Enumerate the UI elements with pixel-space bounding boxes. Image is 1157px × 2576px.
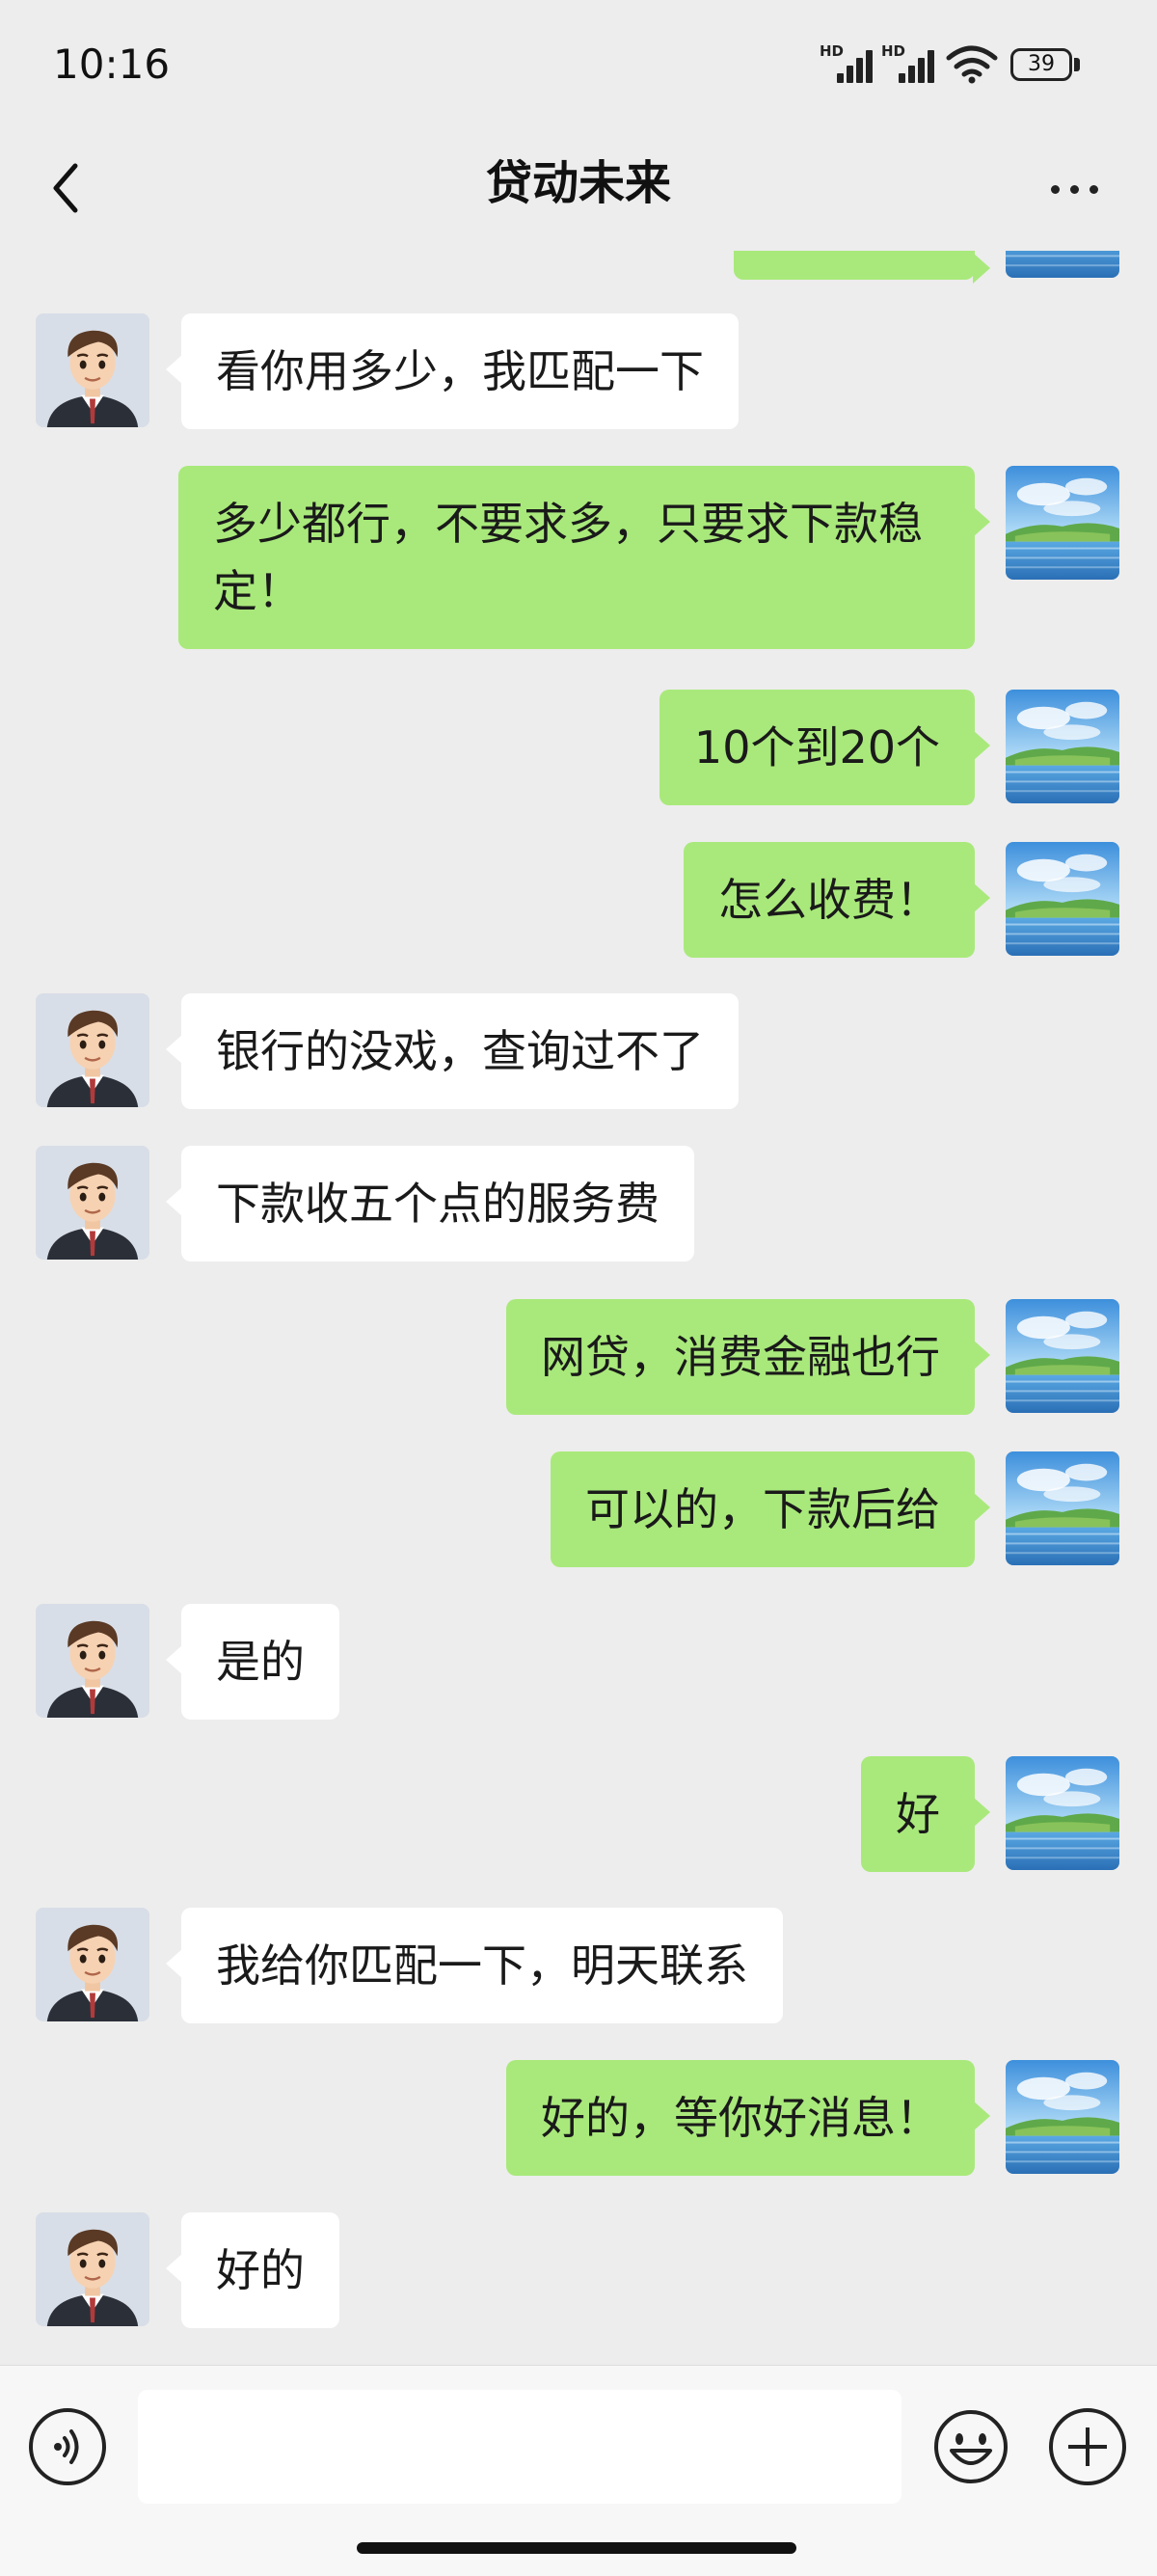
message-bubble[interactable]: 10个到20个 <box>659 690 991 805</box>
message-bubble[interactable]: 看你用多少，我匹配一下 <box>166 313 739 429</box>
message-bubble-partial[interactable] <box>734 251 990 284</box>
my-avatar[interactable] <box>1006 251 1119 278</box>
battery-tip <box>1074 58 1080 71</box>
contact-avatar[interactable] <box>36 1908 149 2021</box>
message-bubble[interactable]: 网贷，消费金融也行 <box>506 1299 990 1415</box>
emoji-icon[interactable] <box>932 2408 1009 2485</box>
signal-1-icon: HD <box>820 42 874 83</box>
my-avatar[interactable] <box>1006 1299 1119 1413</box>
message-bubble[interactable]: 好的 <box>166 2212 339 2328</box>
my-avatar[interactable] <box>1006 1756 1119 1870</box>
message-bubble[interactable]: 是的 <box>166 1604 339 1720</box>
voice-icon <box>54 2429 79 2464</box>
back-arrow-icon[interactable] <box>39 154 96 222</box>
wifi-icon <box>946 45 998 84</box>
plus-more-button[interactable] <box>1049 2408 1126 2485</box>
message-bubble[interactable]: 银行的没戏，查询过不了 <box>166 993 739 1109</box>
my-avatar[interactable] <box>1006 690 1119 803</box>
message-bubble[interactable]: 怎么收费！ <box>684 842 990 958</box>
contact-avatar[interactable] <box>36 1146 149 1260</box>
chat-title: 贷动未来 <box>485 156 671 210</box>
message-bubble[interactable]: 下款收五个点的服务费 <box>166 1146 694 1261</box>
more-options-icon[interactable] <box>1041 159 1109 217</box>
message-input[interactable] <box>138 2390 901 2504</box>
status-bar: 10:16 HD HD 39 <box>0 0 1157 130</box>
message-bubble[interactable]: 多少都行，不要求多，只要求下款稳定！ <box>178 466 990 649</box>
status-time: 10:16 <box>53 41 171 88</box>
contact-avatar[interactable] <box>36 313 149 427</box>
input-bar <box>0 2365 1157 2576</box>
signal-2-icon: HD <box>881 42 935 83</box>
voice-input-button[interactable] <box>29 2408 106 2485</box>
my-avatar[interactable] <box>1006 466 1119 580</box>
message-bubble[interactable]: 我给你匹配一下，明天联系 <box>166 1908 783 2023</box>
message-bubble[interactable]: 可以的，下款后给 <box>551 1451 990 1567</box>
battery-level: 39 <box>1028 52 1055 76</box>
message-bubble[interactable]: 好的，等你好消息！ <box>506 2060 990 2176</box>
message-list[interactable]: 看你用多少，我匹配一下 多少都行，不要求多，只要求下款稳定！ 10个到20个 怎… <box>0 251 1157 2363</box>
my-avatar[interactable] <box>1006 2060 1119 2174</box>
my-avatar[interactable] <box>1006 1451 1119 1565</box>
my-avatar[interactable] <box>1006 842 1119 956</box>
chat-header: 贷动未来 <box>0 130 1157 251</box>
battery-icon: 39 <box>1010 48 1072 81</box>
message-bubble[interactable]: 好 <box>861 1756 990 1872</box>
contact-avatar[interactable] <box>36 993 149 1107</box>
home-indicator[interactable] <box>357 2542 796 2554</box>
contact-avatar[interactable] <box>36 2212 149 2326</box>
contact-avatar[interactable] <box>36 1604 149 1718</box>
